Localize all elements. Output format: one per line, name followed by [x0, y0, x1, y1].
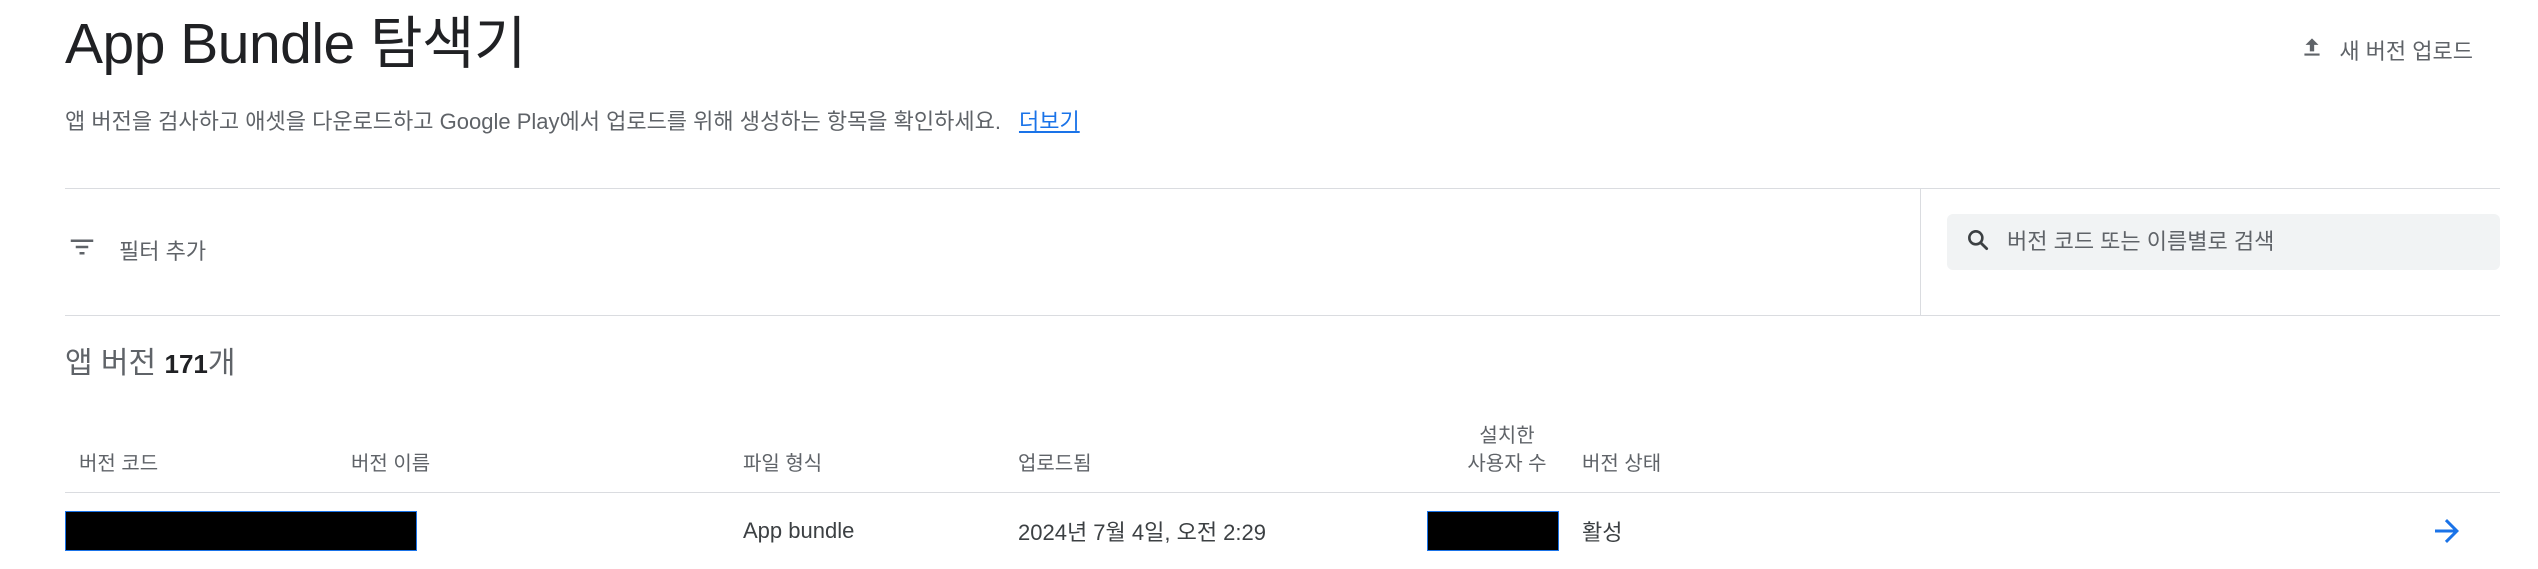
search-icon — [1965, 227, 1991, 258]
page-title: App Bundle 탐색기 — [65, 12, 526, 76]
version-count-prefix: 앱 버전 — [65, 347, 157, 380]
upload-icon — [2299, 34, 2325, 66]
learn-more-link[interactable]: 더보기 — [1019, 104, 1080, 140]
search-box[interactable] — [1947, 214, 2500, 270]
cell-file-format: App bundle — [743, 518, 855, 543]
column-file-format[interactable]: 파일 형식 — [743, 450, 822, 478]
description-text: 앱 버전을 검사하고 애셋을 다운로드하고 Google Play에서 업로드를… — [65, 109, 1001, 134]
column-installs[interactable]: 설치한 사용자 수 — [1437, 422, 1577, 478]
page-description: 앱 버전을 검사하고 애셋을 다운로드하고 Google Play에서 업로드를… — [65, 104, 1080, 140]
column-version-name[interactable]: 버전 이름 — [351, 450, 430, 478]
redacted-version-code — [65, 511, 417, 551]
table-header: 버전 코드 버전 이름 파일 형식 업로드됨 설치한 사용자 수 버전 상태 — [65, 410, 2500, 493]
cell-status: 활성 — [1582, 520, 1623, 545]
filter-icon — [67, 232, 97, 268]
filter-divider — [1920, 189, 1921, 315]
version-count: 앱 버전 171개 — [65, 340, 235, 388]
version-count-number: 171 — [164, 349, 208, 379]
add-filter-button[interactable]: 필터 추가 — [65, 227, 206, 273]
table-row[interactable]: App bundle 2024년 7월 4일, 오전 2:29 활성 — [65, 493, 2500, 569]
cell-uploaded: 2024년 7월 4일, 오전 2:29 — [1018, 520, 1266, 545]
search-input[interactable] — [2005, 228, 2482, 256]
column-version-code[interactable]: 버전 코드 — [79, 450, 158, 478]
version-count-suffix: 개 — [207, 347, 236, 380]
upload-button-label: 새 버전 업로드 — [2339, 39, 2473, 64]
arrow-right-icon[interactable] — [2429, 513, 2465, 549]
cell-installs — [1427, 493, 1559, 569]
filter-bar: 필터 추가 — [65, 188, 2500, 316]
add-filter-label: 필터 추가 — [119, 239, 207, 264]
column-uploaded[interactable]: 업로드됨 — [1018, 450, 1092, 478]
upload-new-version-button[interactable]: 새 버전 업로드 — [2289, 28, 2483, 72]
cell-version-code — [65, 493, 417, 569]
column-installs-line1: 설치한 — [1479, 425, 1535, 447]
app-bundle-explorer-page: App Bundle 탐색기 새 버전 업로드 앱 버전을 검사하고 애셋을 다… — [0, 0, 2538, 569]
redacted-installs — [1427, 511, 1559, 551]
column-status[interactable]: 버전 상태 — [1582, 450, 1661, 478]
column-installs-line2: 사용자 수 — [1467, 453, 1547, 475]
